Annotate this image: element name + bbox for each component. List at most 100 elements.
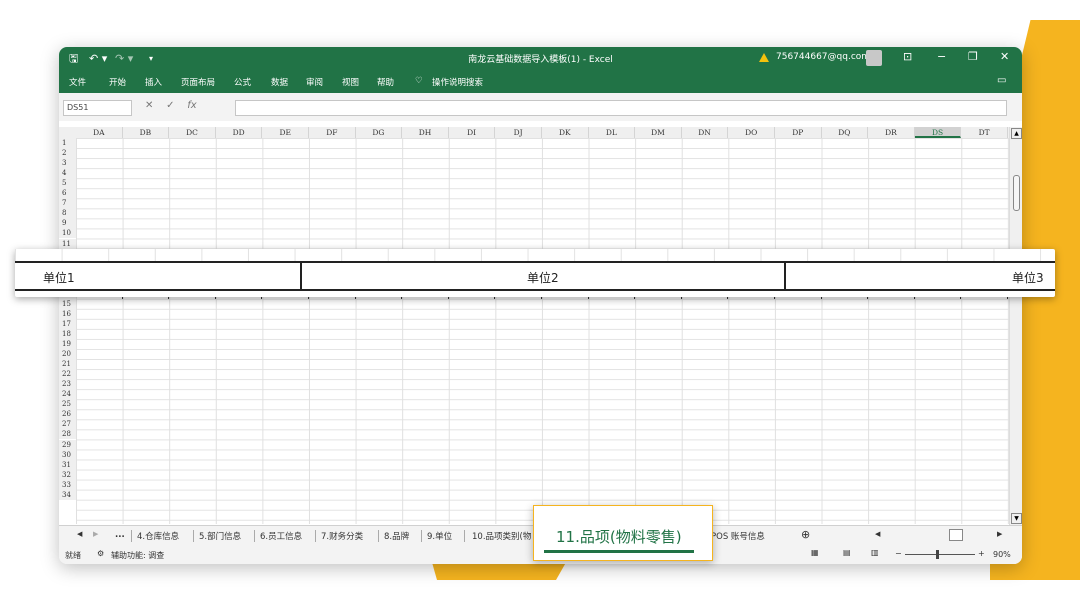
column-header-dk[interactable]: DK [542, 127, 589, 138]
row-header-18[interactable]: 18 [59, 328, 76, 339]
row-header-8[interactable]: 8 [59, 208, 76, 219]
hscroll-thumb[interactable] [949, 529, 963, 541]
column-header-dg[interactable]: DG [356, 127, 403, 138]
row-header-20[interactable]: 20 [59, 349, 76, 360]
vertical-scrollbar[interactable]: ▲ ▼ [1009, 127, 1022, 525]
tab-employee[interactable]: 6.员工信息 [260, 530, 302, 542]
row-header-30[interactable]: 30 [59, 449, 76, 460]
tab-more[interactable]: ... [115, 530, 125, 540]
column-header-dj[interactable]: DJ [495, 127, 542, 138]
hscroll-left-icon[interactable]: ◀ [875, 530, 880, 538]
tab-unit[interactable]: 9.单位 [427, 530, 452, 542]
scroll-down-icon[interactable]: ▼ [1011, 513, 1022, 524]
insert-function-icon[interactable]: fx [187, 100, 196, 111]
menu-view[interactable]: 视图 [342, 76, 359, 88]
menu-home[interactable]: 开始 [109, 76, 126, 88]
tab-department[interactable]: 5.部门信息 [199, 530, 241, 542]
row-header-16[interactable]: 16 [59, 308, 76, 319]
row-header-26[interactable]: 26 [59, 409, 76, 420]
accessibility-status[interactable]: 辅助功能: 调查 [111, 550, 164, 561]
row-header-17[interactable]: 17 [59, 318, 76, 329]
column-header-dd[interactable]: DD [216, 127, 263, 138]
menu-page-layout[interactable]: 页面布局 [181, 76, 215, 88]
worksheet-grid[interactable]: DA DB DC DD DE DF DG DH DI DJ DK DL DM DN DO DP DQ DR DS DT… [59, 127, 1009, 524]
menu-help[interactable]: 帮助 [377, 76, 394, 88]
row-header-27[interactable]: 27 [59, 419, 76, 430]
column-header-df[interactable]: DF [309, 127, 356, 138]
cell-grid[interactable] [76, 138, 1009, 524]
minimize-icon[interactable]: − [937, 50, 946, 63]
zoom-level[interactable]: 90% [993, 550, 1011, 559]
tab-brand[interactable]: 8.品牌 [384, 530, 409, 542]
ribbon-display-icon[interactable]: ⊡ [903, 50, 912, 63]
row-header-6[interactable]: 6 [59, 188, 76, 199]
page-break-view-icon[interactable]: ▥ [871, 548, 879, 557]
column-header-di[interactable]: DI [449, 127, 496, 138]
column-header-ds[interactable]: DS [914, 127, 962, 138]
row-header-9[interactable]: 9 [59, 218, 76, 229]
row-header-34[interactable]: 34 [59, 489, 76, 500]
row-header-15[interactable]: 15 [59, 298, 76, 309]
row-header-29[interactable]: 29 [59, 439, 76, 450]
menu-file[interactable]: 文件 [69, 76, 86, 88]
menu-formulas[interactable]: 公式 [234, 76, 251, 88]
scroll-up-icon[interactable]: ▲ [1011, 128, 1022, 139]
row-header-5[interactable]: 5 [59, 178, 76, 189]
row-header-33[interactable]: 33 [59, 479, 76, 490]
formula-input[interactable] [235, 100, 1007, 116]
row-header-25[interactable]: 25 [59, 399, 76, 410]
cancel-icon[interactable]: ✕ [145, 100, 153, 111]
row-header-4[interactable]: 4 [59, 168, 76, 179]
zoom-out-icon[interactable]: − [895, 549, 902, 558]
row-header-7[interactable]: 7 [59, 198, 76, 209]
column-header-dp[interactable]: DP [775, 127, 822, 138]
warning-icon[interactable] [759, 53, 769, 62]
tab-scroll-right-icon[interactable]: ▶ [93, 530, 98, 538]
column-header-da[interactable]: DA [76, 127, 123, 138]
row-header-31[interactable]: 31 [59, 459, 76, 470]
row-header-3[interactable]: 3 [59, 158, 76, 169]
row-header-23[interactable]: 23 [59, 379, 76, 390]
column-header-dr[interactable]: DR [868, 127, 915, 138]
row-header-28[interactable]: 28 [59, 429, 76, 440]
row-header-24[interactable]: 24 [59, 389, 76, 400]
zoom-slider-thumb[interactable] [936, 550, 939, 559]
column-header-dm[interactable]: DM [635, 127, 682, 138]
avatar[interactable] [866, 50, 882, 66]
column-header-dq[interactable]: DQ [822, 127, 869, 138]
zoom-in-icon[interactable]: + [978, 549, 985, 558]
column-header-dt[interactable]: DT [961, 127, 1008, 138]
column-header-de[interactable]: DE [262, 127, 309, 138]
row-header-10[interactable]: 10 [59, 228, 76, 239]
column-header-dc[interactable]: DC [169, 127, 216, 138]
scroll-thumb[interactable] [1013, 175, 1020, 211]
row-header-2[interactable]: 2 [59, 148, 76, 159]
column-header-dh[interactable]: DH [402, 127, 449, 138]
active-sheet-tab-callout[interactable]: 11.品项(物料零售) [533, 505, 713, 561]
confirm-icon[interactable]: ✓ [166, 100, 174, 111]
normal-view-icon[interactable]: ▦ [811, 548, 819, 557]
close-icon[interactable]: ✕ [1000, 50, 1009, 63]
hscroll-right-icon[interactable]: ▶ [997, 530, 1002, 538]
column-header-dl[interactable]: DL [589, 127, 636, 138]
menu-data[interactable]: 数据 [271, 76, 288, 88]
menu-review[interactable]: 审阅 [306, 76, 323, 88]
tell-me-search[interactable]: 操作说明搜索 [432, 76, 483, 88]
maximize-icon[interactable]: ❐ [968, 50, 978, 63]
row-header-32[interactable]: 32 [59, 469, 76, 480]
comments-icon[interactable]: ▭ [997, 75, 1006, 86]
menu-insert[interactable]: 插入 [145, 76, 162, 88]
column-header-dn[interactable]: DN [682, 127, 729, 138]
row-header-22[interactable]: 22 [59, 369, 76, 380]
add-sheet-icon[interactable]: ⊕ [801, 528, 810, 541]
row-header-11[interactable]: 11 [59, 238, 76, 249]
zoom-slider[interactable] [905, 554, 975, 555]
tab-item-category[interactable]: 10.品项类别(物 [472, 530, 535, 542]
tab-warehouse[interactable]: 4.仓库信息 [137, 530, 179, 542]
account-name[interactable]: 756744667@qq.com [776, 52, 870, 62]
tab-pos-account[interactable]: POS 账号信息 [711, 530, 765, 542]
column-header-db[interactable]: DB [123, 127, 170, 138]
page-layout-view-icon[interactable]: ▤ [843, 548, 851, 557]
row-header-21[interactable]: 21 [59, 359, 76, 370]
row-header-19[interactable]: 19 [59, 339, 76, 349]
